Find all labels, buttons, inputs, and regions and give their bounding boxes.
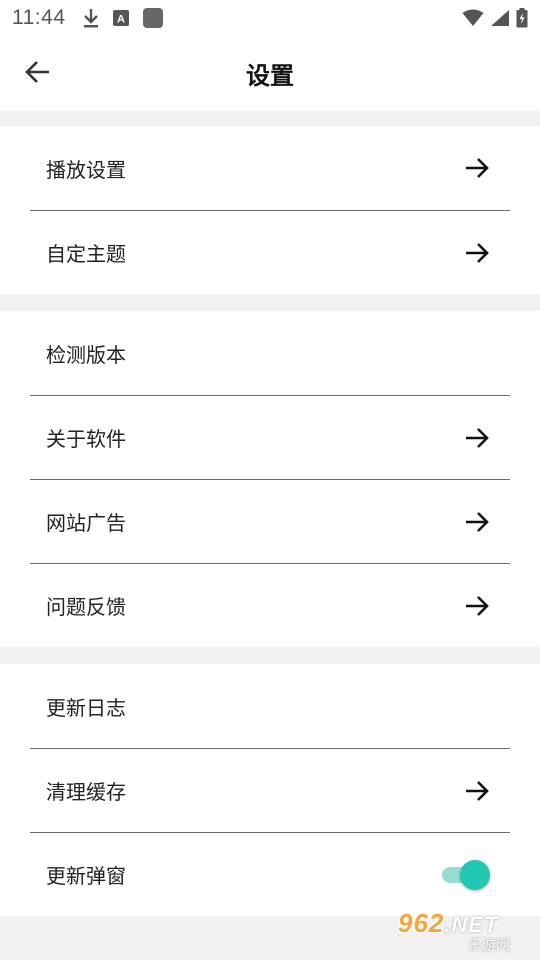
app-square-icon bbox=[142, 8, 163, 28]
toggle-knob bbox=[460, 859, 490, 890]
arrow-right-icon bbox=[466, 780, 489, 801]
row-site-ads[interactable]: 网站广告 bbox=[30, 479, 510, 563]
status-time: 11:44 bbox=[12, 6, 66, 29]
row-feedback[interactable]: 问题反馈 bbox=[30, 563, 510, 647]
row-changelog[interactable]: 更新日志 bbox=[30, 664, 510, 748]
row-label: 清理缓存 bbox=[46, 780, 126, 804]
signal-icon bbox=[491, 10, 509, 26]
arrow-right-icon bbox=[466, 242, 489, 263]
watermark-subtitle: 乐游网 bbox=[468, 938, 510, 954]
page-title: 设置 bbox=[246, 62, 294, 90]
row-label: 更新日志 bbox=[46, 695, 126, 720]
watermark-domain: .NET bbox=[444, 912, 499, 937]
arrow-left-icon bbox=[25, 61, 49, 83]
row-label: 更新弹窗 bbox=[46, 864, 126, 888]
row-label: 自定主题 bbox=[46, 242, 126, 266]
row-update-popup: 更新弹窗 bbox=[30, 832, 510, 916]
row-custom-theme[interactable]: 自定主题 bbox=[30, 210, 510, 294]
row-label: 播放设置 bbox=[46, 157, 126, 182]
row-label: 检测版本 bbox=[46, 342, 126, 367]
download-icon bbox=[83, 9, 98, 28]
arrow-right-icon bbox=[466, 595, 489, 616]
arrow-right-icon bbox=[466, 427, 489, 448]
status-bar: 11:44 A bbox=[0, 0, 540, 36]
a-box-icon: A bbox=[112, 10, 129, 26]
row-label: 问题反馈 bbox=[46, 595, 126, 619]
app-bar: 设置 bbox=[0, 36, 540, 111]
row-check-version[interactable]: 检测版本 bbox=[30, 311, 510, 395]
watermark-logo: 962.NET 乐游网 bbox=[398, 910, 534, 956]
back-button[interactable] bbox=[18, 52, 58, 92]
arrow-right-icon bbox=[466, 158, 489, 178]
row-playback-settings[interactable]: 播放设置 bbox=[30, 126, 510, 210]
settings-group-playback: 播放设置 自定主题 bbox=[0, 126, 540, 294]
row-about-software[interactable]: 关于软件 bbox=[30, 395, 510, 479]
settings-group-about: 检测版本 关于软件 网站广告 问题反馈 bbox=[0, 311, 540, 647]
update-popup-toggle[interactable] bbox=[440, 859, 490, 890]
watermark-brand: 962 bbox=[398, 908, 445, 938]
battery-icon bbox=[516, 8, 528, 28]
row-label: 网站广告 bbox=[46, 511, 126, 535]
row-label: 关于软件 bbox=[46, 427, 126, 451]
arrow-right-icon bbox=[466, 511, 489, 532]
settings-group-maintenance: 更新日志 清理缓存 更新弹窗 bbox=[0, 664, 540, 916]
wifi-icon bbox=[462, 9, 484, 26]
row-clear-cache[interactable]: 清理缓存 bbox=[30, 748, 510, 832]
svg-text:A: A bbox=[117, 14, 125, 26]
